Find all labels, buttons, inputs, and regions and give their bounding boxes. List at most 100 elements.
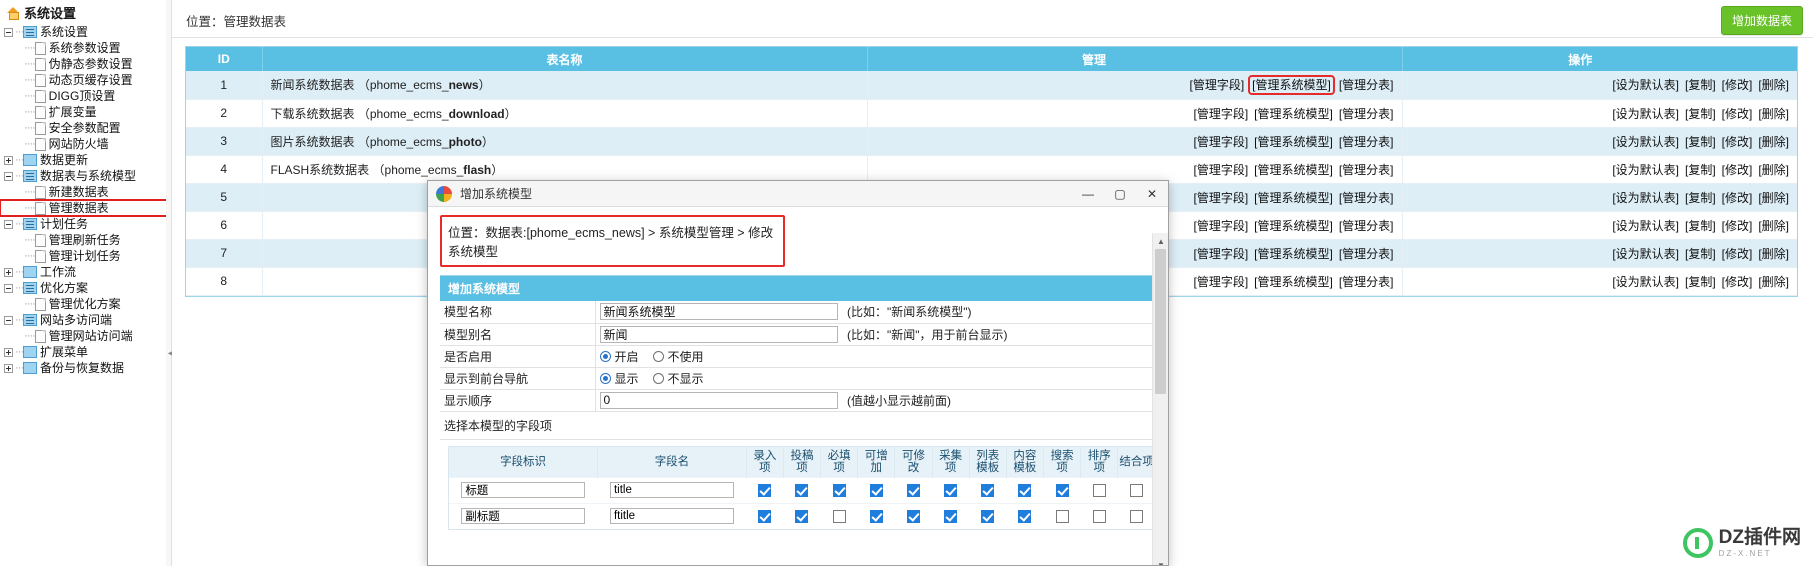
op-link-1[interactable]: [复制] xyxy=(1685,135,1716,149)
manage-link-1[interactable]: [管理系统模型] xyxy=(1248,75,1335,96)
op-link-1[interactable]: [复制] xyxy=(1685,78,1716,92)
checkbox-0-4[interactable] xyxy=(906,484,920,498)
checkbox-1-4[interactable] xyxy=(906,510,920,524)
op-link-1[interactable]: [复制] xyxy=(1685,191,1716,205)
manage-link-0[interactable]: [管理字段] xyxy=(1189,78,1244,92)
scrollbar-thumb[interactable] xyxy=(1155,249,1166,394)
maximize-icon[interactable]: ▢ xyxy=(1104,181,1136,207)
sidebar-item-11[interactable]: ···· 管理数据表 xyxy=(0,199,170,217)
checkbox-1-9[interactable] xyxy=(1092,510,1106,524)
sidebar-item-10[interactable]: ···· 新建数据表 xyxy=(0,184,170,200)
op-link-0[interactable]: [设为默认表] xyxy=(1612,163,1679,177)
checkbox-0-9[interactable] xyxy=(1092,484,1106,498)
close-icon[interactable]: ✕ xyxy=(1136,181,1168,207)
checkbox-0-7[interactable] xyxy=(1018,484,1032,498)
manage-link-0[interactable]: [管理字段] xyxy=(1193,275,1248,289)
input-4[interactable] xyxy=(599,391,838,409)
checkbox-1-1[interactable] xyxy=(795,510,809,524)
collapse-icon[interactable] xyxy=(4,171,13,181)
sidebar-item-15[interactable]: ··· 工作流 xyxy=(0,264,170,280)
sidebar-item-14[interactable]: ···· 管理计划任务 xyxy=(0,248,170,264)
op-link-2[interactable]: [修改] xyxy=(1722,191,1753,205)
sidebar-item-7[interactable]: ···· 网站防火墙 xyxy=(0,136,170,152)
dialog-scrollbar[interactable]: ▲ ▼ xyxy=(1152,233,1168,566)
op-link-3[interactable]: [删除] xyxy=(1758,275,1789,289)
sidebar-item-12[interactable]: ··· 计划任务 xyxy=(0,216,170,232)
op-link-0[interactable]: [设为默认表] xyxy=(1612,275,1679,289)
sidebar-item-21[interactable]: ··· 备份与恢复数据 xyxy=(0,360,170,376)
expand-icon[interactable] xyxy=(4,155,13,165)
op-link-3[interactable]: [删除] xyxy=(1758,107,1789,121)
input-1[interactable] xyxy=(599,325,838,343)
field-name-input-0[interactable] xyxy=(609,482,734,498)
checkbox-1-7[interactable] xyxy=(1018,510,1032,524)
radio-2-0[interactable] xyxy=(599,350,611,362)
op-link-2[interactable]: [修改] xyxy=(1722,163,1753,177)
collapse-icon[interactable] xyxy=(4,27,13,37)
op-link-1[interactable]: [复制] xyxy=(1685,275,1716,289)
radio-3-1[interactable] xyxy=(652,372,664,384)
manage-link-2[interactable]: [管理分表] xyxy=(1339,247,1394,261)
op-link-3[interactable]: [删除] xyxy=(1758,78,1789,92)
checkbox-1-8[interactable] xyxy=(1055,510,1069,524)
op-link-2[interactable]: [修改] xyxy=(1722,275,1753,289)
checkbox-0-1[interactable] xyxy=(795,484,809,498)
manage-link-0[interactable]: [管理字段] xyxy=(1193,135,1248,149)
radio-3-0[interactable] xyxy=(599,372,611,384)
checkbox-0-5[interactable] xyxy=(944,484,958,498)
manage-link-2[interactable]: [管理分表] xyxy=(1339,219,1394,233)
op-link-2[interactable]: [修改] xyxy=(1722,107,1753,121)
collapse-icon[interactable] xyxy=(4,283,13,293)
op-link-3[interactable]: [删除] xyxy=(1758,191,1789,205)
checkbox-1-3[interactable] xyxy=(869,510,883,524)
checkbox-1-10[interactable] xyxy=(1129,510,1143,524)
op-link-1[interactable]: [复制] xyxy=(1685,219,1716,233)
field-ident-input-1[interactable] xyxy=(461,508,586,525)
manage-link-1[interactable]: [管理系统模型] xyxy=(1254,219,1333,233)
manage-link-1[interactable]: [管理系统模型] xyxy=(1254,135,1333,149)
sidebar-item-6[interactable]: ···· 安全参数配置 xyxy=(0,120,170,136)
checkbox-0-0[interactable] xyxy=(758,484,772,498)
expand-icon[interactable] xyxy=(4,267,13,277)
sidebar-item-9[interactable]: ··· 数据表与系统模型 xyxy=(0,168,170,184)
sidebar-item-4[interactable]: ···· DIGG顶设置 xyxy=(0,88,170,104)
op-link-2[interactable]: [修改] xyxy=(1722,135,1753,149)
radio-2-1[interactable] xyxy=(652,350,664,362)
manage-link-1[interactable]: [管理系统模型] xyxy=(1254,275,1333,289)
op-link-2[interactable]: [修改] xyxy=(1722,78,1753,92)
manage-link-0[interactable]: [管理字段] xyxy=(1193,191,1248,205)
op-link-3[interactable]: [删除] xyxy=(1758,163,1789,177)
field-name-input-1[interactable] xyxy=(609,508,734,525)
checkbox-0-6[interactable] xyxy=(981,484,995,498)
expand-icon[interactable] xyxy=(4,363,13,373)
checkbox-0-8[interactable] xyxy=(1055,484,1069,498)
sidebar-item-2[interactable]: ···· 伪静态参数设置 xyxy=(0,56,170,72)
checkbox-1-5[interactable] xyxy=(944,510,958,524)
collapse-icon[interactable] xyxy=(4,219,13,229)
minimize-icon[interactable]: — xyxy=(1072,181,1104,207)
op-link-0[interactable]: [设为默认表] xyxy=(1612,107,1679,121)
manage-link-2[interactable]: [管理分表] xyxy=(1339,191,1394,205)
op-link-0[interactable]: [设为默认表] xyxy=(1612,191,1679,205)
manage-link-0[interactable]: [管理字段] xyxy=(1193,219,1248,233)
op-link-2[interactable]: [修改] xyxy=(1722,247,1753,261)
manage-link-2[interactable]: [管理分表] xyxy=(1339,78,1394,92)
sidebar-item-20[interactable]: ··· 扩展菜单 xyxy=(0,344,170,360)
op-link-3[interactable]: [删除] xyxy=(1758,247,1789,261)
checkbox-0-10[interactable] xyxy=(1129,484,1143,498)
manage-link-1[interactable]: [管理系统模型] xyxy=(1254,247,1333,261)
op-link-0[interactable]: [设为默认表] xyxy=(1612,78,1679,92)
expand-icon[interactable] xyxy=(4,347,13,357)
manage-link-1[interactable]: [管理系统模型] xyxy=(1254,163,1333,177)
sidebar-item-17[interactable]: ···· 管理优化方案 xyxy=(0,296,170,312)
scroll-down-icon[interactable]: ▼ xyxy=(1153,557,1168,566)
checkbox-0-2[interactable] xyxy=(832,484,846,498)
op-link-3[interactable]: [删除] xyxy=(1758,135,1789,149)
manage-link-1[interactable]: [管理系统模型] xyxy=(1254,191,1333,205)
op-link-0[interactable]: [设为默认表] xyxy=(1612,135,1679,149)
op-link-0[interactable]: [设为默认表] xyxy=(1612,219,1679,233)
collapse-icon[interactable] xyxy=(4,315,13,325)
checkbox-1-2[interactable] xyxy=(832,510,846,524)
scroll-up-icon[interactable]: ▲ xyxy=(1153,233,1168,249)
sidebar-item-19[interactable]: ···· 管理网站访问端 xyxy=(0,328,170,344)
